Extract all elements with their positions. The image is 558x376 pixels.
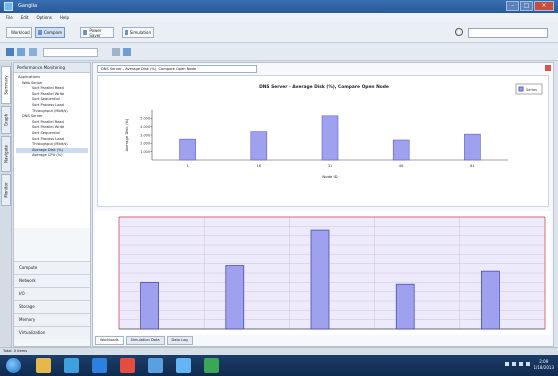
x-tick-label: 1 <box>186 164 188 168</box>
y-tick-label: 3.000 <box>140 133 150 137</box>
compare-icon <box>38 30 42 35</box>
taskbar-app-tool[interactable] <box>148 358 163 373</box>
tree-node[interactable]: Average CPU (%) <box>16 153 88 159</box>
bottom-bar-chart <box>118 216 546 330</box>
taskbar-app-ie[interactable] <box>92 358 107 373</box>
x-tick-label: 31 <box>328 164 333 168</box>
nav-header: Performance Monitoring <box>14 63 90 73</box>
resource-tree[interactable]: Applications Web Server Sort Parallel Read… <box>14 73 90 228</box>
menu-options[interactable]: Options <box>36 15 51 20</box>
power-icon <box>83 30 88 35</box>
top-bar-chart: DNS Server - Average Disk (%), Compare O… <box>124 83 543 179</box>
tab-workloads[interactable]: Workloads <box>95 336 124 345</box>
x-tick-label: 61 <box>470 164 475 168</box>
close-tab-icon[interactable] <box>545 65 551 71</box>
y-tick-label: 2.000 <box>140 142 150 146</box>
x-tick-label: 46 <box>399 164 404 168</box>
tab-simulation-data[interactable]: Simulation Data <box>125 336 165 345</box>
workload-button[interactable]: Workload <box>6 27 32 38</box>
menu-help[interactable]: Help <box>60 15 69 20</box>
category-io[interactable]: I/O <box>14 287 90 300</box>
category-memory[interactable]: Memory <box>14 313 90 326</box>
taskbar-app-media[interactable] <box>64 358 79 373</box>
taskbar-app-explorer[interactable] <box>36 358 51 373</box>
y-tick-label: 5.000 <box>140 117 150 121</box>
taskbar: 2:09 1/18/2013 <box>0 355 558 376</box>
bar <box>225 265 245 330</box>
clock-date: 1/18/2013 <box>533 365 554 370</box>
taskbar-app-monitor[interactable] <box>176 358 191 373</box>
bar <box>481 270 500 330</box>
category-storage[interactable]: Storage <box>14 300 90 313</box>
taskbar-app-chrome[interactable] <box>120 358 135 373</box>
tray-icon[interactable] <box>519 362 523 366</box>
chart-title: DNS Server - Average Disk (%), Compare O… <box>259 84 389 90</box>
minimize-button[interactable]: – <box>506 1 519 11</box>
compare-button[interactable]: Compare <box>35 27 65 38</box>
search-icon[interactable] <box>455 28 463 36</box>
status-bar: Total: 0 items <box>0 347 558 355</box>
tray-icon[interactable] <box>505 362 509 366</box>
category-compute[interactable]: Compute <box>14 261 90 274</box>
simulation-button[interactable]: Simulation <box>122 27 154 38</box>
y-tick-label: 1.000 <box>140 150 150 154</box>
tab-data-log[interactable]: Data Log <box>166 336 193 345</box>
y-axis-label: Average Disk (%) <box>124 118 129 151</box>
x-tick-label: 16 <box>257 164 262 168</box>
bar <box>321 115 339 161</box>
search-input[interactable] <box>468 28 548 38</box>
zoom-icon[interactable] <box>112 48 120 56</box>
menu-file[interactable]: File <box>6 15 13 20</box>
menu-edit[interactable]: Edit <box>21 15 29 20</box>
main-toolbar: Workload Compare Power Saver Simulation <box>0 22 558 43</box>
maximize-button[interactable]: □ <box>520 1 533 11</box>
chart-icon[interactable] <box>123 48 131 56</box>
window-controls: – □ × <box>506 1 554 11</box>
menu-bar: File Edit Options Help <box>0 13 558 22</box>
bottom-tab-strip: Workloads Simulation Data Data Log <box>93 336 553 346</box>
system-tray <box>505 362 530 366</box>
navigation-panel: Performance Monitoring Applications Web S… <box>13 62 91 347</box>
category-network[interactable]: Network <box>14 274 90 287</box>
simulation-icon <box>125 30 128 35</box>
window-title: Ganglia <box>18 3 38 9</box>
taskbar-app-ganglia[interactable] <box>204 358 219 373</box>
clock[interactable]: 2:09 1/18/2013 <box>533 359 554 371</box>
top-chart-panel: DNS Server - Average Disk (%), Compare O… <box>97 75 549 207</box>
bar <box>179 138 196 161</box>
refresh-icon[interactable] <box>17 48 25 56</box>
grid-icon[interactable] <box>6 48 14 56</box>
tab-navigate[interactable]: Navigate <box>1 136 11 172</box>
title-bar: Ganglia – □ × <box>0 0 558 13</box>
vertical-tab-strip: Summary Graph Navigate Monitor <box>0 62 12 347</box>
x-axis-label: Node ID <box>322 174 337 179</box>
tab-summary[interactable]: Summary <box>1 66 11 104</box>
filter-icon[interactable] <box>29 48 37 56</box>
category-virtualization[interactable]: Virtualization <box>14 326 90 339</box>
start-button[interactable] <box>6 358 21 373</box>
category-list: Compute Network I/O Storage Memory Virtu… <box>14 261 90 339</box>
y-tick-label: 4.000 <box>140 125 150 129</box>
tray-icon[interactable] <box>526 362 530 366</box>
tray-icon[interactable] <box>512 362 516 366</box>
bar <box>140 281 159 330</box>
bar <box>392 139 410 161</box>
secondary-toolbar <box>0 43 558 61</box>
bottom-chart-panel <box>95 211 551 335</box>
bar <box>464 133 481 161</box>
bar <box>250 131 268 161</box>
bar <box>395 283 415 330</box>
tab-monitor[interactable]: Monitor <box>1 174 11 206</box>
power-saver-button[interactable]: Power Saver <box>80 27 114 38</box>
bar <box>310 229 330 330</box>
document-tab[interactable]: DNS Server - Average Disk (%), Compare O… <box>97 65 257 73</box>
node-selector[interactable] <box>43 48 98 57</box>
main-panel: DNS Server - Average Disk (%), Compare O… <box>92 62 554 347</box>
close-button[interactable]: × <box>534 1 554 11</box>
app-icon <box>4 2 13 11</box>
legend-label: Series <box>526 88 537 92</box>
legend-swatch <box>518 86 524 92</box>
tab-graph[interactable]: Graph <box>1 106 11 134</box>
